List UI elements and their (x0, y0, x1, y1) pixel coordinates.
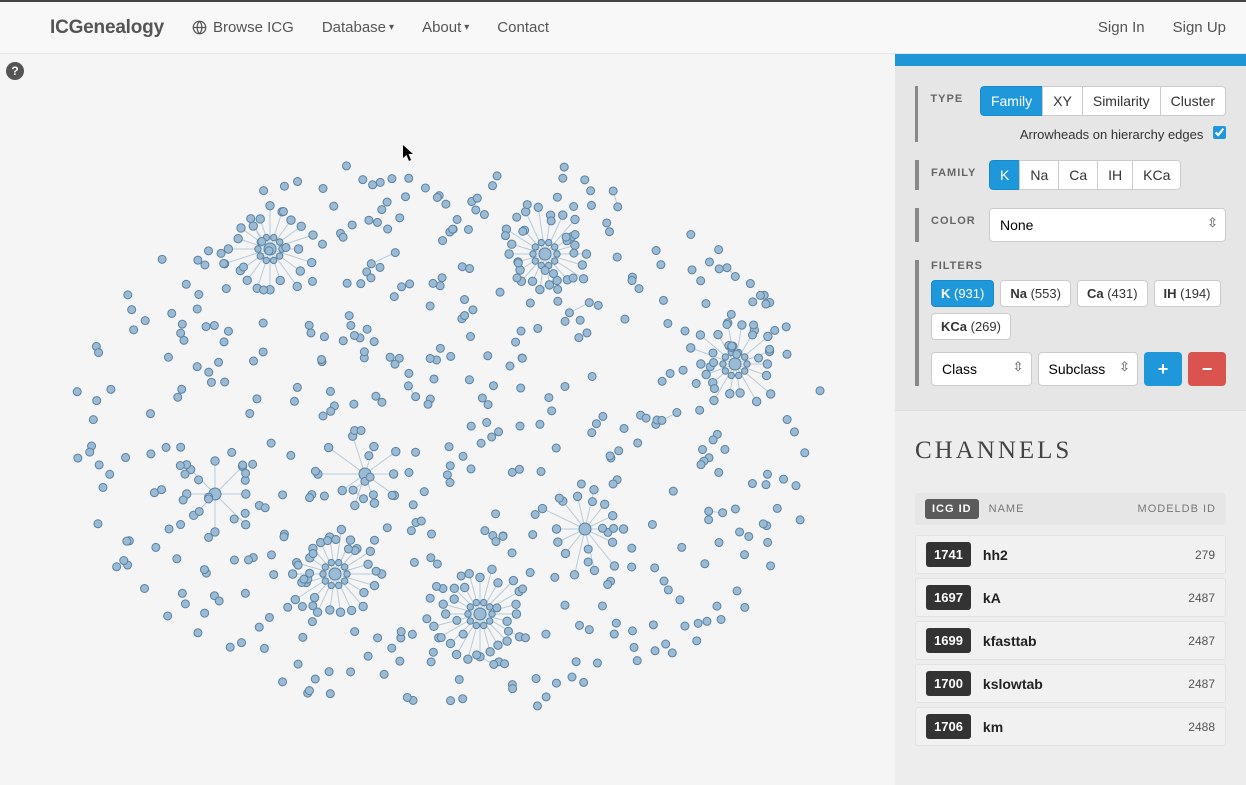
type-cluster-button[interactable]: Cluster (1160, 86, 1226, 116)
type-family-button[interactable]: Family (980, 86, 1043, 116)
arrowheads-label: Arrowheads on hierarchy edges (1020, 127, 1204, 142)
family-label: FAMILY (931, 160, 989, 179)
caret-down-icon: ▾ (389, 22, 394, 33)
section-bar (915, 260, 919, 386)
channel-id: 1706 (926, 714, 971, 739)
channel-modeldb-id: 279 (1195, 548, 1215, 562)
filter-pill-na[interactable]: Na (553) (1000, 280, 1071, 307)
control-family: FAMILY K Na Ca IH KCa (915, 160, 1226, 190)
nav-signup[interactable]: Sign Up (1173, 19, 1226, 36)
channel-id: 1741 (926, 542, 971, 567)
type-xy-button[interactable]: XY (1042, 86, 1083, 116)
control-type: TYPE Family XY Similarity Cluster Arrowh… (915, 86, 1226, 142)
nav-database[interactable]: Database ▾ (322, 19, 394, 36)
channels-header-modeldb: MODELDB ID (1138, 503, 1216, 515)
top-navbar: ICGenealogy Browse ICG Database ▾ About … (0, 0, 1246, 54)
channel-modeldb-id: 2488 (1188, 720, 1215, 734)
filter-pills: K (931)Na (553)Ca (431)IH (194) KCa (269) (931, 280, 1226, 340)
section-bar (915, 86, 918, 142)
nav-browse[interactable]: Browse ICG (192, 19, 294, 36)
nav-about[interactable]: About ▾ (422, 19, 469, 36)
type-button-group: Family XY Similarity Cluster (980, 86, 1226, 116)
channel-modeldb-id: 2487 (1188, 591, 1215, 605)
family-na-button[interactable]: Na (1019, 160, 1059, 190)
class-select[interactable]: Class (931, 352, 1032, 386)
channel-name: kA (983, 590, 1001, 606)
family-button-group: K Na Ca IH KCa (989, 160, 1181, 190)
brand-logo[interactable]: ICGenealogy (50, 17, 164, 39)
channel-modeldb-id: 2487 (1188, 634, 1215, 648)
family-kca-button[interactable]: KCa (1132, 160, 1181, 190)
family-k-button[interactable]: K (989, 160, 1020, 190)
filter-pill-ca[interactable]: Ca (431) (1077, 280, 1148, 307)
remove-filter-button[interactable]: − (1188, 352, 1226, 386)
channel-name: kslowtab (983, 676, 1043, 692)
channel-row[interactable]: 1700 kslowtab 2487 (915, 664, 1226, 703)
channel-modeldb-id: 2487 (1188, 677, 1215, 691)
sidebar-accent-stripe (895, 54, 1246, 66)
channels-header-name: NAME (989, 503, 1025, 515)
sidebar: TYPE Family XY Similarity Cluster Arrowh… (895, 54, 1246, 785)
arrowheads-checkbox[interactable] (1213, 126, 1226, 139)
graph-canvas[interactable]: ? (0, 54, 895, 785)
channel-name: kfasttab (983, 633, 1037, 649)
channel-row[interactable]: 1706 km 2488 (915, 707, 1226, 746)
filters-label: FILTERS (931, 260, 1226, 272)
filter-pill-k[interactable]: K (931) (931, 280, 994, 307)
nav-database-label: Database (322, 19, 386, 36)
channel-id: 1700 (926, 671, 971, 696)
caret-down-icon: ▾ (464, 22, 469, 33)
section-bar (915, 160, 919, 190)
nav-about-label: About (422, 19, 461, 36)
color-select[interactable]: None (989, 208, 1226, 242)
nav-signin[interactable]: Sign In (1098, 19, 1145, 36)
channel-row[interactable]: 1699 kfasttab 2487 (915, 621, 1226, 660)
type-label: TYPE (930, 86, 980, 105)
channel-row[interactable]: 1741 hh2 279 (915, 535, 1226, 574)
subclass-select[interactable]: Subclass (1038, 352, 1139, 386)
channels-title: CHANNELS (915, 437, 1226, 465)
arrowheads-row: Arrowheads on hierarchy edges (980, 126, 1226, 142)
network-graph[interactable] (0, 54, 895, 785)
channel-id: 1697 (926, 585, 971, 610)
control-color: COLOR None (915, 208, 1226, 242)
family-ca-button[interactable]: Ca (1058, 160, 1098, 190)
control-filters: FILTERS K (931)Na (553)Ca (431)IH (194)K… (915, 260, 1226, 386)
nav-contact[interactable]: Contact (497, 19, 549, 36)
channel-name: hh2 (983, 547, 1008, 563)
controls-panel: TYPE Family XY Similarity Cluster Arrowh… (895, 66, 1246, 411)
globe-icon (192, 20, 207, 35)
channels-header-icgid[interactable]: ICG ID (925, 499, 979, 519)
color-label: COLOR (931, 208, 989, 227)
channel-name: km (983, 719, 1003, 735)
channels-panel: CHANNELS ICG ID NAME MODELDB ID 1741 hh2 2… (895, 411, 1246, 760)
type-similarity-button[interactable]: Similarity (1082, 86, 1161, 116)
filter-pill-ih[interactable]: IH (194) (1154, 280, 1221, 307)
add-filter-button[interactable]: + (1144, 352, 1182, 386)
channels-header: ICG ID NAME MODELDB ID (915, 493, 1226, 525)
channel-id: 1699 (926, 628, 971, 653)
filter-pill-kca[interactable]: KCa (269) (931, 313, 1011, 340)
channel-row[interactable]: 1697 kA 2487 (915, 578, 1226, 617)
section-bar (915, 208, 919, 242)
nav-browse-label: Browse ICG (213, 19, 294, 36)
family-ih-button[interactable]: IH (1097, 160, 1133, 190)
